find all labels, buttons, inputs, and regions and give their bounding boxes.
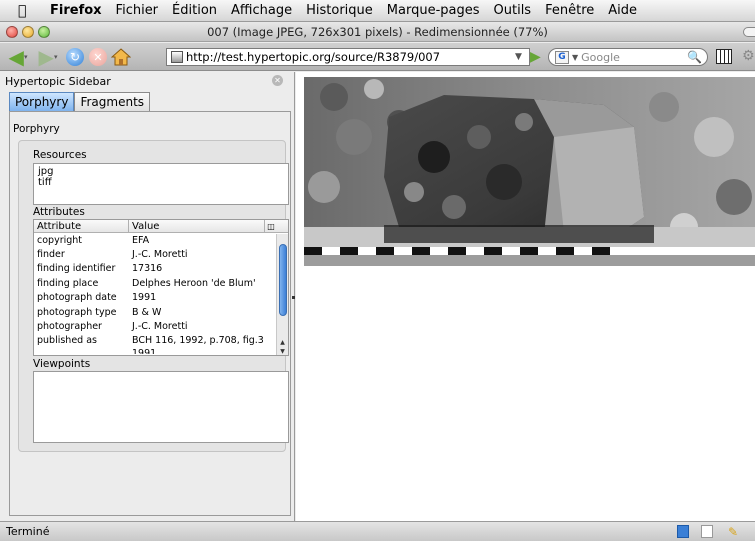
menu-bar:  Firefox Fichier Édition Affichage Hist… <box>0 0 755 22</box>
apple-menu-icon[interactable]:  <box>18 3 38 19</box>
porphyry-photograph[interactable] <box>304 77 755 266</box>
table-row[interactable]: ... 1991 <box>34 348 288 354</box>
resource-item[interactable]: jpg <box>34 166 288 177</box>
sidebar-header: Hypertopic Sidebar ✕ <box>0 72 295 90</box>
table-row[interactable]: photograph type B & W <box>34 305 288 319</box>
hypertopic-grid-icon[interactable] <box>716 49 732 64</box>
engine-dropdown-icon[interactable]: ▼ <box>572 53 578 62</box>
url-bar[interactable]: http://test.hypertopic.org/source/R3879/… <box>166 48 530 66</box>
porphyry-pane: Porphyry Resources jpg tiff Attributes A… <box>9 111 291 516</box>
attribute-cell: published as <box>37 335 97 347</box>
viewpoints-label: Viewpoints <box>33 358 91 370</box>
scrollbar-thumb[interactable] <box>279 244 287 316</box>
search-bar[interactable]: G ▼ Google 🔍 <box>548 48 708 66</box>
attribute-cell: finding identifier <box>37 263 116 275</box>
value-cell: J.-C. Moretti <box>132 321 188 333</box>
forward-arrow-icon: ▶ <box>38 45 54 69</box>
menu-marque-pages[interactable]: Marque-pages <box>387 3 480 18</box>
status-bar: Terminé ✎ <box>0 521 755 541</box>
table-row[interactable]: photograph date 1991 <box>34 291 288 305</box>
attributes-table-header: Attribute Value ◫ <box>34 220 288 233</box>
save-icon[interactable] <box>677 525 689 538</box>
value-cell: J.-C. Moretti <box>132 249 188 261</box>
window-title: 007 (Image JPEG, 726x301 pixels) - Redim… <box>207 25 548 39</box>
viewpoints-list[interactable] <box>33 371 289 443</box>
forward-button[interactable]: ▶ ▾ <box>34 45 62 69</box>
sidebar-splitter-grip[interactable] <box>292 296 295 299</box>
value-cell: BCH 116, 1992, p.708, fig.32 <box>132 335 264 347</box>
brush-icon[interactable]: ✎ <box>728 525 740 539</box>
attribute-cell: photograph type <box>37 306 117 318</box>
toolbar-toggle-button[interactable] <box>743 27 755 37</box>
attribute-cell: finder <box>37 249 65 261</box>
scroll-down-icon[interactable]: ▼ <box>277 348 288 355</box>
attribute-cell: photograph date <box>37 292 117 304</box>
pane-title: Porphyry <box>13 123 60 135</box>
url-history-dropdown-icon[interactable]: ▼ <box>515 52 529 62</box>
menu-app-firefox[interactable]: Firefox <box>50 3 102 18</box>
sidebar-close-icon[interactable]: ✕ <box>272 75 283 86</box>
reload-button[interactable]: ↻ <box>64 47 86 67</box>
attribute-cell: ... <box>37 348 47 355</box>
menu-outils[interactable]: Outils <box>494 3 532 18</box>
stop-button[interactable]: ✕ <box>88 47 108 67</box>
back-arrow-icon: ◀ <box>8 45 24 69</box>
porphyry-groupbox: Resources jpg tiff Attributes Attribute … <box>18 140 289 452</box>
attribute-cell: photographer <box>37 321 102 333</box>
table-row[interactable]: photographer J.-C. Moretti <box>34 319 288 333</box>
menu-aide[interactable]: Aide <box>608 3 637 18</box>
scroll-up-icon[interactable]: ▲ <box>277 339 288 346</box>
menu-fenetre[interactable]: Fenêtre <box>545 3 594 18</box>
navigation-toolbar: ◀ ▾ ▶ ▾ ↻ ✕ http://test.hypertopic.org/sou… <box>0 43 755 71</box>
settings-gear-icon[interactable]: ⚙ <box>742 48 755 64</box>
menu-fichier[interactable]: Fichier <box>116 3 159 18</box>
home-button[interactable] <box>110 47 132 67</box>
sidebar-title: Hypertopic Sidebar <box>5 74 111 88</box>
table-row[interactable]: published as BCH 116, 1992, p.708, fig.32 <box>34 334 288 348</box>
resources-label: Resources <box>33 149 87 161</box>
document-icon[interactable] <box>701 525 713 538</box>
back-button[interactable]: ◀ ▾ <box>4 45 32 69</box>
column-picker-icon[interactable]: ◫ <box>264 220 277 232</box>
url-text: http://test.hypertopic.org/source/R3879/… <box>186 50 441 64</box>
attribute-cell: copyright <box>37 234 83 246</box>
photo-image <box>304 77 755 266</box>
status-text: Terminé <box>6 525 50 538</box>
value-cell: 1991 <box>132 292 157 304</box>
table-row[interactable]: finding identifier 17316 <box>34 262 288 276</box>
value-cell: Delphes Heroon 'de Blum' <box>132 277 256 289</box>
table-row[interactable]: finding place Delphes Heroon 'de Blum' <box>34 276 288 290</box>
table-row[interactable]: finder J.-C. Moretti <box>34 247 288 261</box>
attribute-cell: finding place <box>37 277 99 289</box>
attributes-label: Attributes <box>33 206 85 218</box>
window-titlebar: 007 (Image JPEG, 726x301 pixels) - Redim… <box>0 22 755 42</box>
menu-historique[interactable]: Historique <box>306 3 373 18</box>
google-engine-icon[interactable]: G <box>555 50 569 64</box>
tab-fragments[interactable]: Fragments <box>74 92 151 111</box>
search-magnifier-icon[interactable]: 🔍 <box>687 50 702 64</box>
menu-affichage[interactable]: Affichage <box>231 3 292 18</box>
value-cell: B & W <box>132 306 162 318</box>
value-cell: 1991 <box>132 348 157 355</box>
page-content <box>296 72 755 521</box>
search-placeholder: Google <box>581 50 620 64</box>
column-header-value[interactable]: Value <box>129 220 264 232</box>
menu-edition[interactable]: Édition <box>172 3 217 18</box>
column-header-attribute[interactable]: Attribute <box>34 220 129 232</box>
table-row[interactable]: copyright EFA <box>34 233 288 247</box>
value-cell: EFA <box>132 234 150 246</box>
attributes-scrollbar[interactable]: ▲ ▼ <box>276 234 288 355</box>
home-icon <box>111 48 131 66</box>
attributes-table[interactable]: Attribute Value ◫ copyright EFA finder J.-… <box>33 219 289 356</box>
reload-icon: ↻ <box>66 48 84 66</box>
resources-list[interactable]: jpg tiff <box>33 163 289 205</box>
value-cell: 17316 <box>132 263 163 275</box>
page-favicon-icon <box>171 51 183 63</box>
go-button-icon[interactable]: ▶ <box>530 49 541 65</box>
sidebar-tabs: Porphyry Fragments <box>9 92 151 111</box>
hypertopic-sidebar: Hypertopic Sidebar ✕ Porphyry Fragments … <box>0 72 295 521</box>
stop-icon: ✕ <box>89 48 107 66</box>
resource-item[interactable]: tiff <box>34 177 288 188</box>
tab-porphyry[interactable]: Porphyry <box>9 92 75 111</box>
